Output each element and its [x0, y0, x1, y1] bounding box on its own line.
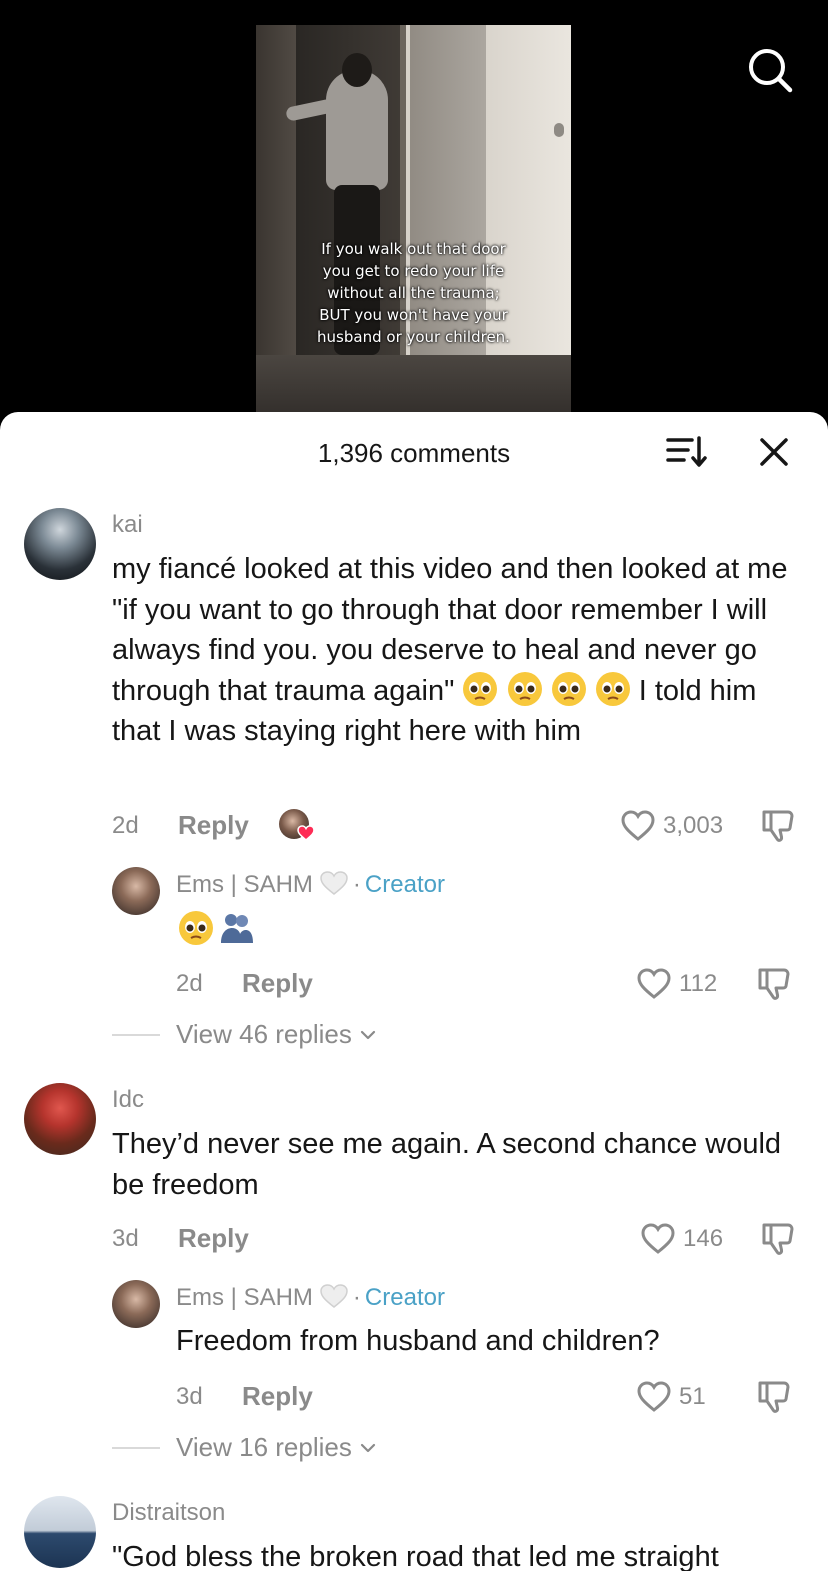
avatar[interactable]	[112, 867, 160, 915]
pleading-face-emoji-icon	[507, 671, 542, 706]
heart-outline-icon	[621, 810, 655, 841]
search-icon	[749, 49, 793, 93]
comment-username[interactable]: Distraitson	[112, 1499, 225, 1527]
like-button[interactable]: 51	[637, 1377, 706, 1417]
heart-outline-icon	[637, 968, 671, 999]
heart-outline-icon	[637, 1381, 671, 1412]
close-button[interactable]	[756, 434, 792, 470]
video-thumbnail[interactable]: If you walk out that door you get to red…	[256, 25, 571, 425]
thumbs-down-icon	[762, 810, 794, 842]
comment-age: 3d	[112, 1225, 139, 1252]
people-hugging-emoji-icon	[221, 914, 254, 943]
view-replies-button[interactable]: View 16 replies	[176, 1432, 377, 1463]
dislike-button[interactable]	[754, 964, 794, 1004]
reply-button[interactable]: Reply	[242, 1381, 313, 1412]
comment-text: my fiancé looked at this video and then …	[112, 553, 788, 747]
thumbs-down-icon	[758, 1381, 790, 1413]
like-button[interactable]: 146	[641, 1219, 723, 1259]
video-caption: If you walk out that door you get to red…	[317, 240, 510, 346]
chevron-down-icon	[360, 1443, 376, 1453]
white-heart-emoji-icon	[320, 871, 348, 895]
reply-button[interactable]: Reply	[242, 968, 313, 999]
search-button[interactable]	[746, 46, 794, 94]
like-count: 112	[679, 970, 718, 997]
sort-icon	[666, 436, 707, 467]
heart-outline-icon	[641, 1223, 675, 1254]
reply-button[interactable]: Reply	[178, 810, 249, 841]
avatar[interactable]	[24, 508, 96, 580]
dislike-button[interactable]	[758, 806, 798, 846]
video-player[interactable]: If you walk out that door you get to red…	[0, 0, 828, 430]
divider	[112, 1447, 160, 1449]
dislike-button[interactable]	[758, 1219, 798, 1259]
comment-username[interactable]: kai	[112, 511, 143, 539]
close-icon	[760, 438, 788, 466]
heart-badge-icon	[297, 825, 315, 841]
avatar[interactable]	[24, 1083, 96, 1155]
like-count: 3,003	[663, 812, 724, 839]
pleading-face-emoji-icon	[595, 671, 630, 706]
like-count: 51	[679, 1383, 706, 1410]
reply-age: 2d	[176, 970, 203, 997]
comment-age: 2d	[112, 812, 139, 839]
reply-age: 3d	[176, 1383, 203, 1410]
divider	[112, 1034, 160, 1036]
white-heart-emoji-icon	[320, 1284, 348, 1308]
reply-username[interactable]: Ems | SAHM · Creator	[176, 1283, 445, 1312]
thumbs-down-icon	[758, 968, 790, 1000]
like-button[interactable]: 3,003	[621, 806, 723, 846]
reply-emoji-text	[178, 910, 254, 950]
chevron-down-icon	[360, 1030, 376, 1040]
comment-text: "God bless the broken road that led me s…	[112, 1541, 719, 1571]
creator-liked-avatar	[279, 809, 315, 843]
creator-label: Creator	[364, 1284, 445, 1311]
reply-button[interactable]: Reply	[178, 1223, 249, 1254]
comment-text: They’d never see me again. A second chan…	[112, 1128, 782, 1201]
reply-text: Freedom from husband and children?	[176, 1325, 660, 1357]
creator-label: Creator	[364, 871, 445, 898]
avatar[interactable]	[24, 1496, 96, 1568]
dislike-button[interactable]	[754, 1377, 794, 1417]
view-replies-button[interactable]: View 46 replies	[176, 1019, 377, 1050]
reply-username[interactable]: Ems | SAHM · Creator	[176, 870, 445, 899]
avatar[interactable]	[112, 1280, 160, 1328]
sort-button[interactable]	[664, 434, 708, 470]
pleading-face-emoji-icon	[179, 911, 213, 945]
pleading-face-emoji-icon	[551, 671, 586, 706]
like-count: 146	[683, 1225, 724, 1252]
like-button[interactable]: 112	[637, 964, 717, 1004]
pleading-face-emoji-icon	[463, 671, 498, 706]
thumbs-down-icon	[762, 1223, 794, 1255]
comment-username[interactable]: Idc	[112, 1086, 144, 1114]
comments-header: 1,396 comments	[0, 412, 828, 494]
